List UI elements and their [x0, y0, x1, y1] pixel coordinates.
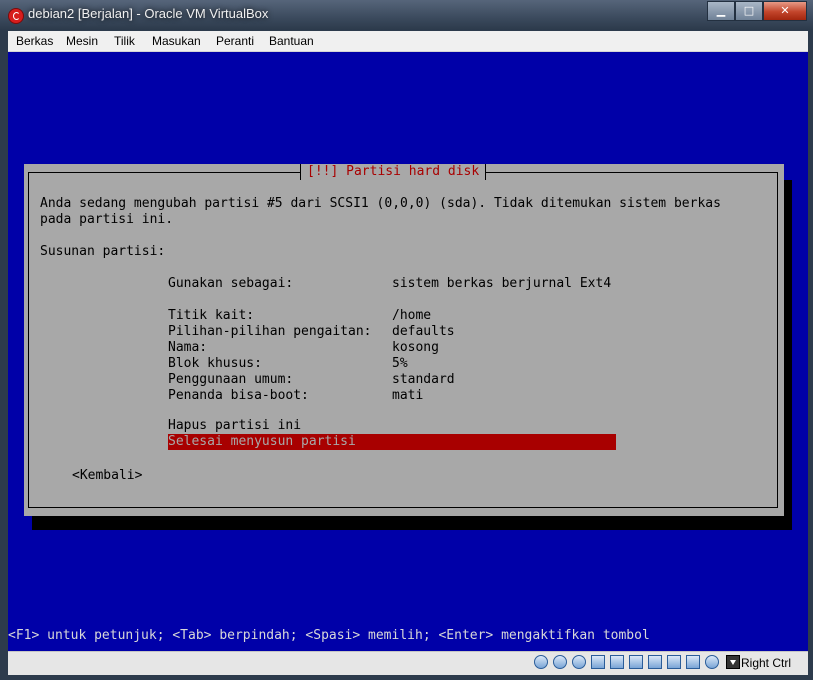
- optical-drive-icon[interactable]: [553, 655, 567, 669]
- setting-reserved-blocks-value: 5%: [392, 356, 408, 371]
- menu-peranti[interactable]: Peranti: [216, 34, 254, 48]
- setting-bootable-flag[interactable]: Penanda bisa-boot:: [168, 388, 309, 404]
- title-bar[interactable]: debian2 [Berjalan] - Oracle VM VirtualBo…: [0, 0, 813, 30]
- dialog-intro-line2: pada partisi ini.: [40, 212, 174, 227]
- setting-typical-usage-value: standard: [392, 372, 455, 387]
- debian-icon: [8, 8, 24, 24]
- status-bar: Right Ctrl: [8, 651, 808, 675]
- menu-berkas[interactable]: Berkas: [16, 34, 53, 48]
- shared-folders-icon[interactable]: [629, 655, 643, 669]
- menu-masukan[interactable]: Masukan: [152, 34, 201, 48]
- virtualbox-window: debian2 [Berjalan] - Oracle VM VirtualBo…: [0, 0, 813, 680]
- setting-use-as[interactable]: Gunakan sebagai:: [168, 276, 293, 292]
- setting-label-value: kosong: [392, 340, 439, 355]
- dialog-intro-line1: Anda sedang mengubah partisi #5 dari SCS…: [40, 196, 721, 211]
- done-partition-label: Selesai menyusun partisi: [168, 434, 356, 449]
- help-line: <F1> untuk petunjuk; <Tab> berpindah; <S…: [8, 628, 650, 643]
- setting-bootable-flag-value: mati: [392, 388, 424, 403]
- menu-mesin[interactable]: Mesin: [66, 34, 98, 48]
- dialog-title: [!!] Partisi hard disk: [300, 164, 487, 180]
- menu-bantuan[interactable]: Bantuan: [269, 34, 314, 48]
- maximize-button[interactable]: □: [735, 1, 763, 21]
- setting-mount-options[interactable]: Pilihan-pilihan pengaitan:: [168, 324, 372, 340]
- hard-disk-icon[interactable]: [534, 655, 548, 669]
- delete-partition-option[interactable]: Hapus partisi ini: [168, 418, 301, 434]
- setting-mount-point[interactable]: Titik kait:: [168, 308, 254, 324]
- guest-additions-icon[interactable]: [705, 655, 719, 669]
- setting-use-as-value: sistem berkas berjurnal Ext4: [392, 276, 612, 291]
- setting-reserved-blocks[interactable]: Blok khusus:: [168, 356, 262, 372]
- window-title: debian2 [Berjalan] - Oracle VM VirtualBo…: [28, 6, 269, 21]
- cpu-icon[interactable]: [686, 655, 700, 669]
- host-key-arrow-icon: [726, 655, 740, 669]
- menu-bar: Berkas Mesin Tilik Masukan Peranti Bantu…: [8, 31, 808, 52]
- minimize-button[interactable]: ▁: [707, 1, 735, 21]
- display-icon[interactable]: [648, 655, 662, 669]
- audio-icon[interactable]: [572, 655, 586, 669]
- host-key-label: Right Ctrl: [741, 656, 792, 670]
- back-button[interactable]: <Kembali>: [72, 468, 142, 484]
- setting-mount-options-value: defaults: [392, 324, 455, 339]
- usb-icon[interactable]: [610, 655, 624, 669]
- menu-tilik[interactable]: Tilik: [114, 34, 135, 48]
- setting-typical-usage[interactable]: Penggunaan umum:: [168, 372, 293, 388]
- setting-mount-point-value: /home: [392, 308, 432, 323]
- network-icon[interactable]: [591, 655, 605, 669]
- vm-screen[interactable]: [!!] Partisi hard disk Anda sedang mengu…: [8, 52, 808, 651]
- done-partition-option[interactable]: Selesai menyusun partisi: [168, 434, 616, 450]
- setting-label[interactable]: Nama:: [168, 340, 207, 356]
- partition-settings-heading: Susunan partisi:: [40, 244, 166, 259]
- close-button[interactable]: ✕: [763, 1, 807, 21]
- video-capture-icon[interactable]: [667, 655, 681, 669]
